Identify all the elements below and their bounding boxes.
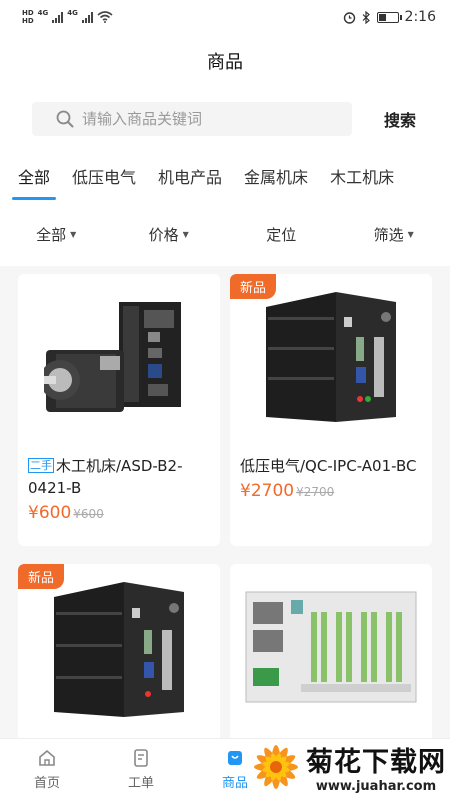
filter-label: 全部 bbox=[36, 225, 67, 244]
search-bar: 搜索 bbox=[0, 88, 450, 150]
signal-icon-2 bbox=[81, 11, 93, 23]
servo-motor-drive-image bbox=[44, 301, 181, 412]
new-badge: 新品 bbox=[18, 564, 65, 589]
page-header: 商品 bbox=[0, 34, 450, 88]
tab-label: 全部 bbox=[18, 168, 51, 187]
search-button[interactable]: 搜索 bbox=[384, 107, 416, 131]
filter-location[interactable]: 定位 bbox=[225, 224, 338, 245]
hd-icon: HD HD bbox=[22, 9, 34, 25]
price-row: ¥2700 ¥2700 bbox=[230, 477, 432, 501]
caret-down-icon: ▼ bbox=[70, 229, 77, 239]
industrial-pc-image bbox=[54, 581, 184, 717]
tab-low-voltage[interactable]: 低压电气 bbox=[72, 150, 136, 202]
status-left: HD HD 4G 4G bbox=[22, 9, 113, 25]
network-type-label: 4G bbox=[37, 9, 49, 17]
product-title: 二手 木工机床/ASD-B2-0421-B bbox=[18, 439, 220, 499]
tab-label: 金属机床 bbox=[244, 168, 309, 187]
filter-all[interactable]: 全部 ▼ bbox=[0, 224, 113, 245]
new-badge: 新品 bbox=[230, 274, 277, 299]
category-tabs: 全部 低压电气 机电产品 金属机床 木工机床 bbox=[0, 150, 450, 202]
product-price: ¥600 bbox=[28, 503, 72, 523]
digital-output-module-image bbox=[245, 591, 417, 702]
nav-work-order[interactable]: 工单 bbox=[94, 739, 188, 800]
filter-screen[interactable]: 筛选 ▼ bbox=[338, 224, 450, 245]
status-bar: HD HD 4G 4G 2:16 bbox=[0, 0, 450, 34]
tab-label: 机电产品 bbox=[158, 168, 223, 187]
industrial-pc-image bbox=[266, 291, 396, 422]
tab-metal-machine[interactable]: 金属机床 bbox=[244, 150, 308, 202]
nav-label: 商品 bbox=[221, 776, 248, 791]
product-title-text: 低压电气/QC-IPC-A01-BC bbox=[240, 457, 417, 475]
condition-tag: 二手 bbox=[28, 458, 54, 473]
tab-all[interactable]: 全部 bbox=[11, 150, 57, 202]
nav-home[interactable]: 首页 bbox=[0, 739, 94, 800]
original-price: ¥2700 bbox=[296, 485, 335, 499]
filter-label: 筛选 bbox=[373, 225, 404, 244]
filter-price[interactable]: 价格 ▼ bbox=[113, 224, 226, 245]
filter-label: 价格 bbox=[148, 225, 179, 244]
signal-icon bbox=[52, 11, 64, 23]
nav-products[interactable]: 商品 bbox=[188, 739, 282, 800]
tab-electromechanical[interactable]: 机电产品 bbox=[158, 150, 222, 202]
clock: 2:16 bbox=[404, 9, 436, 25]
filter-label: 定位 bbox=[266, 225, 297, 244]
price-row: ¥600 ¥600 bbox=[18, 499, 220, 523]
nav-label: 首页 bbox=[33, 776, 60, 791]
network-type-label-2: 4G bbox=[67, 9, 78, 17]
caret-down-icon: ▼ bbox=[407, 229, 414, 239]
product-card[interactable]: 新品 低压电气/QC-IPC-A01-BC ¥2700 ¥2700 bbox=[230, 274, 432, 546]
product-icon bbox=[228, 751, 242, 765]
product-image-servo bbox=[18, 274, 220, 439]
home-icon bbox=[39, 749, 55, 766]
status-right: 2:16 bbox=[343, 9, 436, 25]
product-card[interactable]: 二手 木工机床/ASD-B2-0421-B ¥600 ¥600 bbox=[18, 274, 220, 546]
nav-label: 工单 bbox=[127, 776, 154, 791]
product-price: ¥2700 bbox=[240, 481, 295, 501]
product-grid: 二手 木工机床/ASD-B2-0421-B ¥600 ¥600 新品 低压电气/… bbox=[0, 266, 450, 794]
product-title: 低压电气/QC-IPC-A01-BC bbox=[230, 439, 432, 477]
product-image-io-module bbox=[230, 564, 432, 729]
search-box[interactable] bbox=[32, 102, 352, 136]
alarm-icon bbox=[343, 11, 355, 24]
search-icon bbox=[56, 110, 74, 128]
filter-bar: 全部 ▼ 价格 ▼ 定位 筛选 ▼ bbox=[0, 202, 450, 266]
bluetooth-icon bbox=[362, 10, 370, 24]
tab-label: 低压电气 bbox=[72, 168, 137, 187]
wifi-icon bbox=[97, 11, 113, 23]
caret-down-icon: ▼ bbox=[182, 229, 189, 239]
tab-woodworking[interactable]: 木工机床 bbox=[330, 150, 394, 202]
battery-icon bbox=[376, 11, 402, 23]
search-input[interactable] bbox=[82, 110, 332, 128]
original-price: ¥600 bbox=[73, 507, 104, 521]
bottom-nav: 首页 工单 商品 bbox=[0, 738, 450, 800]
tab-label: 木工机床 bbox=[330, 168, 395, 187]
page-title: 商品 bbox=[207, 52, 243, 73]
work-order-icon bbox=[134, 749, 148, 767]
